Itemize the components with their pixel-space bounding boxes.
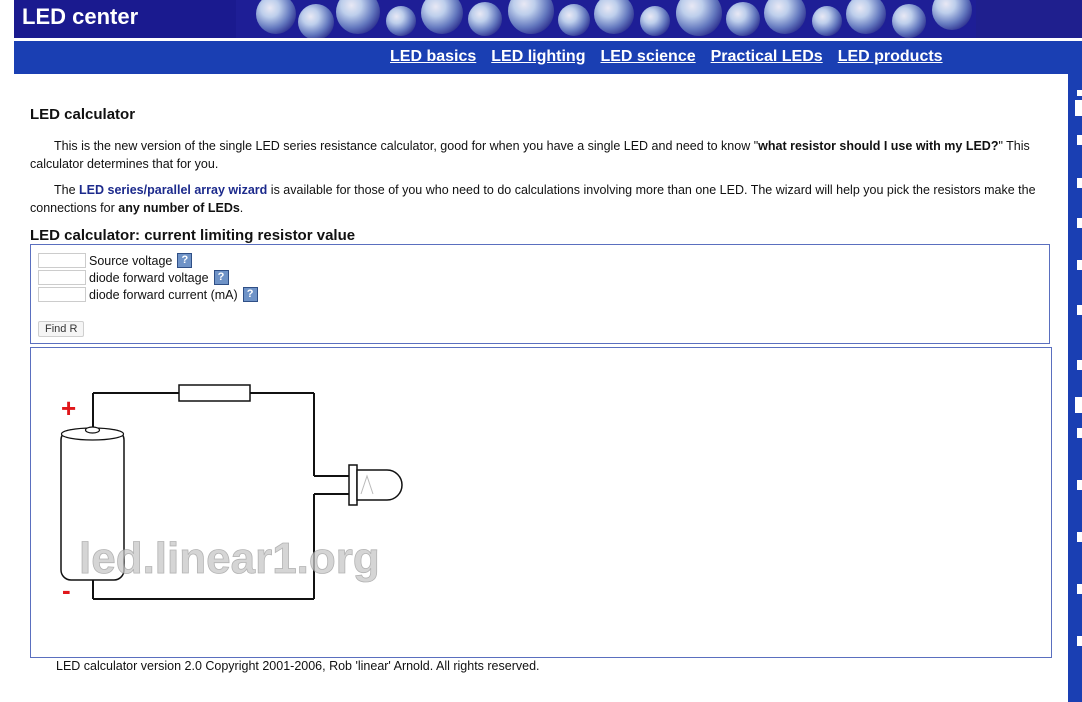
forward-current-row: diode forward current (mA) ?: [38, 286, 258, 303]
battery-terminal: [84, 426, 101, 434]
copyright-footer: LED calculator version 2.0 Copyright 200…: [56, 659, 540, 673]
main-navigation: LED basics LED lighting LED science Prac…: [14, 41, 1082, 74]
sidebar-fragment[interactable]: [1077, 480, 1082, 490]
calculator-form: Source voltage ? diode forward voltage ?…: [30, 244, 1050, 344]
help-icon[interactable]: ?: [242, 287, 258, 302]
sidebar-fragment[interactable]: [1077, 584, 1082, 594]
intro-paragraph: This is the new version of the single LE…: [30, 139, 1030, 171]
help-icon[interactable]: ?: [177, 253, 193, 268]
site-logo[interactable]: LED center: [22, 4, 138, 30]
intro-bold-question: what resistor should I use with my LED?: [758, 139, 999, 153]
sidebar-fragment[interactable]: [1077, 135, 1082, 145]
left-margin: [0, 0, 14, 702]
page-title: LED calculator: [30, 106, 136, 123]
forward-voltage-input[interactable]: [38, 270, 86, 285]
sidebar-fragment: [1077, 90, 1082, 96]
circuit-diagram-panel: + - led.linear1.org: [30, 347, 1052, 658]
main-content: LED calculator This is the new version o…: [14, 74, 1068, 702]
nav-practical-leds[interactable]: Practical LEDs: [711, 48, 823, 66]
nav-led-basics[interactable]: LED basics: [390, 48, 476, 66]
source-voltage-label: Source voltage: [89, 253, 173, 268]
sidebar-fragment[interactable]: [1077, 636, 1082, 646]
wizard-paragraph: The LED series/parallel array wizard is …: [30, 183, 1036, 215]
led-rim: [348, 464, 358, 506]
sidebar-fragment[interactable]: [1077, 305, 1082, 315]
forward-voltage-label: diode forward voltage: [89, 270, 209, 285]
sidebar-heading-fragment: [1075, 397, 1082, 413]
nav-led-science[interactable]: LED science: [600, 48, 695, 66]
nav-led-products[interactable]: LED products: [838, 48, 943, 66]
source-voltage-input[interactable]: [38, 253, 86, 268]
sidebar-fragment[interactable]: [1077, 360, 1082, 370]
forward-voltage-row: diode forward voltage ?: [38, 269, 229, 286]
negative-label: -: [62, 575, 71, 605]
watermark-text: led.linear1.org: [79, 534, 380, 583]
sidebar-fragment[interactable]: [1077, 428, 1082, 438]
sidebar-fragment: [1075, 100, 1082, 116]
sidebar-fragment[interactable]: [1077, 218, 1082, 228]
source-voltage-row: Source voltage ?: [38, 252, 193, 269]
header-right-panel: [976, 0, 1082, 38]
nav-led-lighting[interactable]: LED lighting: [491, 48, 585, 66]
forward-current-label: diode forward current (mA): [89, 287, 238, 302]
wizard-bold-text: any number of LEDs: [118, 200, 240, 215]
calculator-title: LED calculator: current limiting resisto…: [30, 227, 356, 244]
positive-label: +: [61, 393, 76, 423]
find-r-button[interactable]: Find R: [38, 321, 85, 337]
right-sidebar: [1068, 74, 1082, 702]
wizard-link[interactable]: LED series/parallel array wizard: [79, 183, 267, 197]
help-icon[interactable]: ?: [213, 270, 229, 285]
sidebar-fragment[interactable]: [1077, 532, 1082, 542]
sidebar-fragment[interactable]: [1077, 178, 1082, 188]
circuit-diagram: + - led.linear1.org: [60, 384, 403, 605]
forward-current-input[interactable]: [38, 287, 86, 302]
header-banner-image: [236, 0, 976, 38]
site-header: LED center: [14, 0, 1082, 41]
resistor-icon: [178, 384, 251, 402]
sidebar-fragment[interactable]: [1077, 260, 1082, 270]
